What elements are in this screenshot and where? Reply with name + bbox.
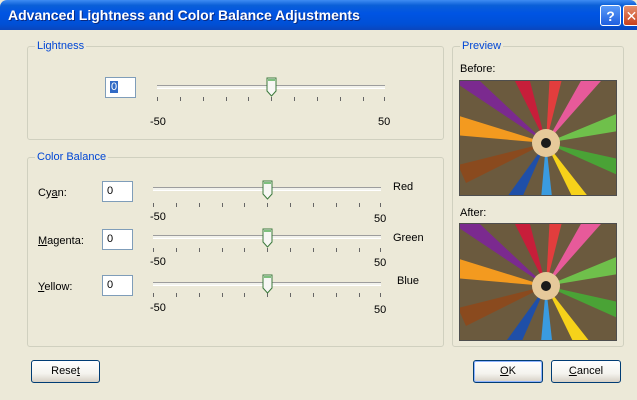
- yellow-label: Yellow:: [38, 281, 73, 293]
- yellow-slider-thumb[interactable]: [262, 274, 273, 294]
- close-icon: ✕: [625, 8, 637, 24]
- red-label: Red: [393, 181, 414, 193]
- magenta-min-label: -50: [150, 256, 166, 268]
- lightness-group-label: Lightness: [35, 40, 87, 52]
- green-label: Green: [393, 232, 424, 244]
- lightness-input[interactable]: 0: [105, 77, 136, 98]
- lightness-min-label: -50: [150, 116, 166, 128]
- magenta-slider-thumb[interactable]: [262, 228, 273, 248]
- cyan-slider-ticks: [153, 203, 381, 207]
- ok-button[interactable]: OK: [473, 360, 543, 383]
- before-preview-image: [459, 80, 617, 196]
- title-bar[interactable]: Advanced Lightness and Color Balance Adj…: [0, 0, 637, 30]
- magenta-input[interactable]: 0: [102, 229, 133, 250]
- cyan-slider-thumb[interactable]: [262, 180, 273, 200]
- reset-button[interactable]: Reset: [31, 360, 100, 383]
- color-balance-group-label: Color Balance: [35, 151, 109, 163]
- lightness-slider-thumb[interactable]: [266, 77, 277, 97]
- lightness-value: 0: [110, 81, 119, 93]
- blue-label: Blue: [397, 275, 420, 287]
- preview-group-label: Preview: [460, 40, 504, 52]
- before-label: Before:: [460, 63, 496, 75]
- help-icon: ?: [606, 8, 615, 24]
- cyan-label: Cyan:: [38, 187, 67, 199]
- lightness-slider-ticks: [157, 97, 385, 101]
- help-button[interactable]: ?: [600, 5, 621, 26]
- yellow-input[interactable]: 0: [102, 275, 133, 296]
- cyan-min-label: -50: [150, 211, 166, 223]
- yellow-min-label: -50: [150, 302, 166, 314]
- cyan-input[interactable]: 0: [102, 181, 133, 202]
- dialog-window: Advanced Lightness and Color Balance Adj…: [0, 0, 637, 400]
- yellow-max-label: 50: [374, 304, 387, 316]
- window-title: Advanced Lightness and Color Balance Adj…: [8, 7, 360, 23]
- magenta-label: Magenta:: [38, 235, 84, 247]
- magenta-slider-ticks: [153, 248, 381, 252]
- after-preview-image: [459, 223, 617, 341]
- cancel-button[interactable]: Cancel: [551, 360, 621, 383]
- color-balance-group: Color Balance: [27, 151, 444, 347]
- after-label: After:: [460, 207, 487, 219]
- cyan-max-label: 50: [374, 213, 387, 225]
- close-button[interactable]: ✕: [623, 5, 637, 26]
- lightness-max-label: 50: [378, 116, 391, 128]
- magenta-max-label: 50: [374, 257, 387, 269]
